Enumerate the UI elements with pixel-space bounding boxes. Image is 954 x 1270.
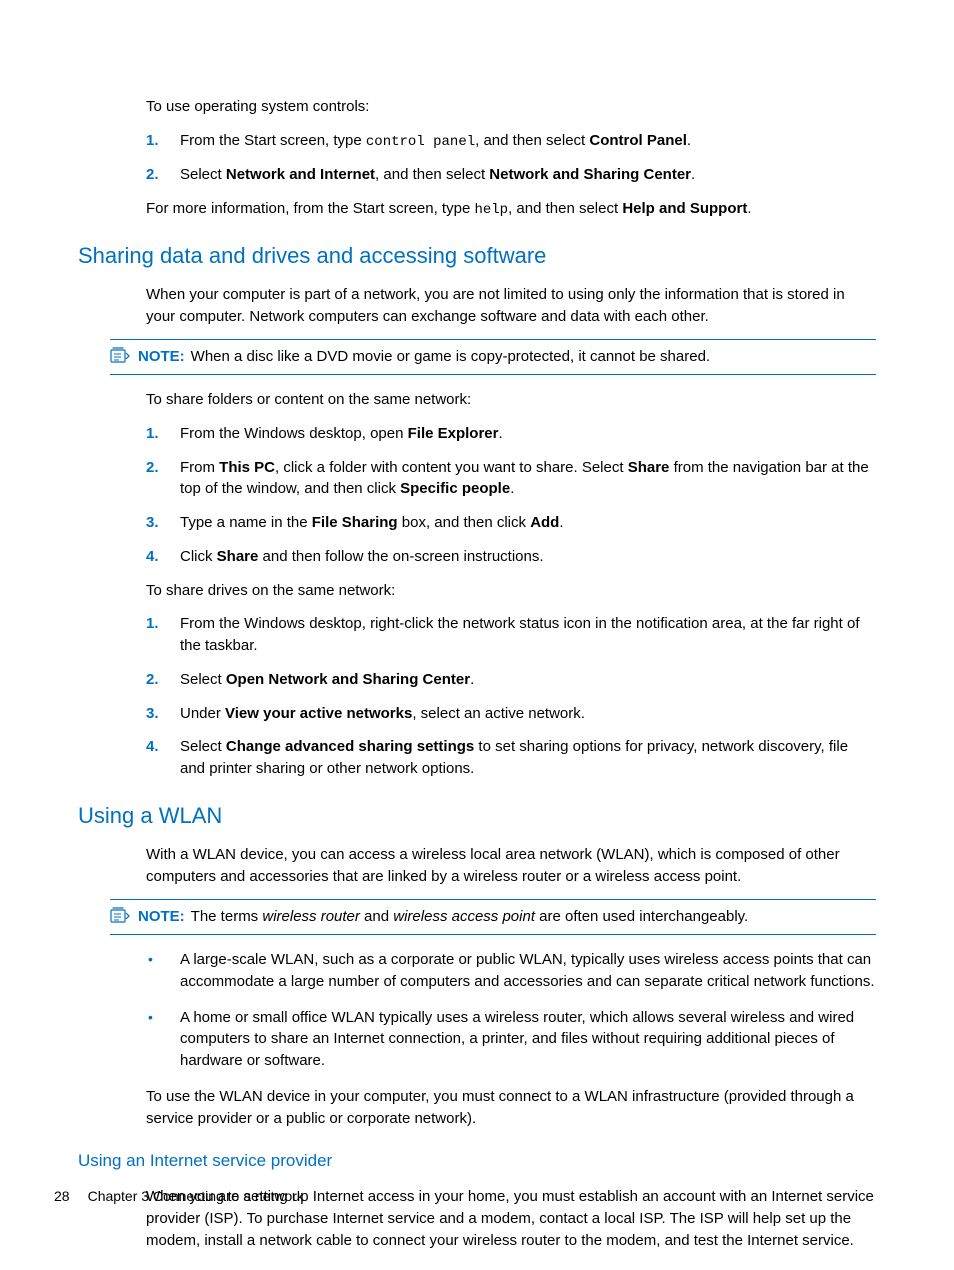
list-item: From This PC, click a folder with conten…: [146, 457, 876, 501]
note-box: NOTE: When a disc like a DVD movie or gam…: [110, 339, 876, 375]
page-footer: 28 Chapter 3 Connecting to a network: [54, 1186, 304, 1206]
list-item: Type a name in the File Sharing box, and…: [146, 512, 876, 534]
note-text: When a disc like a DVD movie or game is …: [191, 348, 710, 365]
share-drives-intro: To share drives on the same network:: [146, 580, 876, 602]
list-item: A large-scale WLAN, such as a corporate …: [146, 949, 876, 993]
intro-more-info: For more information, from the Start scr…: [146, 198, 876, 220]
list-item: Click Share and then follow the on-scree…: [146, 546, 876, 568]
wlan-infra: To use the WLAN device in your computer,…: [146, 1086, 876, 1130]
list-item: A home or small office WLAN typically us…: [146, 1007, 876, 1072]
note-label: NOTE:: [138, 908, 185, 925]
note-box: NOTE:The terms wireless router and wirel…: [110, 899, 876, 935]
list-item: Select Open Network and Sharing Center.: [146, 669, 876, 691]
intro-text: To use operating system controls:: [146, 96, 876, 118]
sharing-intro: When your computer is part of a network,…: [146, 284, 876, 328]
share-folders-steps: From the Windows desktop, open File Expl…: [146, 423, 876, 568]
share-drives-steps: From the Windows desktop, right-click th…: [146, 613, 876, 780]
wlan-heading: Using a WLAN: [78, 800, 876, 832]
note-label: NOTE:: [138, 348, 185, 365]
list-item: From the Start screen, type control pane…: [146, 130, 876, 152]
note-icon: [110, 347, 130, 365]
list-item: Select Change advanced sharing settings …: [146, 736, 876, 780]
list-item: From the Windows desktop, right-click th…: [146, 613, 876, 657]
sharing-heading: Sharing data and drives and accessing so…: [78, 240, 876, 272]
wlan-bullets: A large-scale WLAN, such as a corporate …: [146, 949, 876, 1072]
note-icon: [110, 907, 130, 925]
list-item: Select Network and Internet, and then se…: [146, 164, 876, 186]
intro-steps: From the Start screen, type control pane…: [146, 130, 876, 186]
share-folders-intro: To share folders or content on the same …: [146, 389, 876, 411]
list-item: Under View your active networks, select …: [146, 703, 876, 725]
chapter-title: Chapter 3 Connecting to a network: [88, 1188, 304, 1204]
isp-heading: Using an Internet service provider: [78, 1149, 876, 1174]
list-item: From the Windows desktop, open File Expl…: [146, 423, 876, 445]
wlan-intro: With a WLAN device, you can access a wir…: [146, 844, 876, 888]
page-number: 28: [54, 1186, 70, 1206]
